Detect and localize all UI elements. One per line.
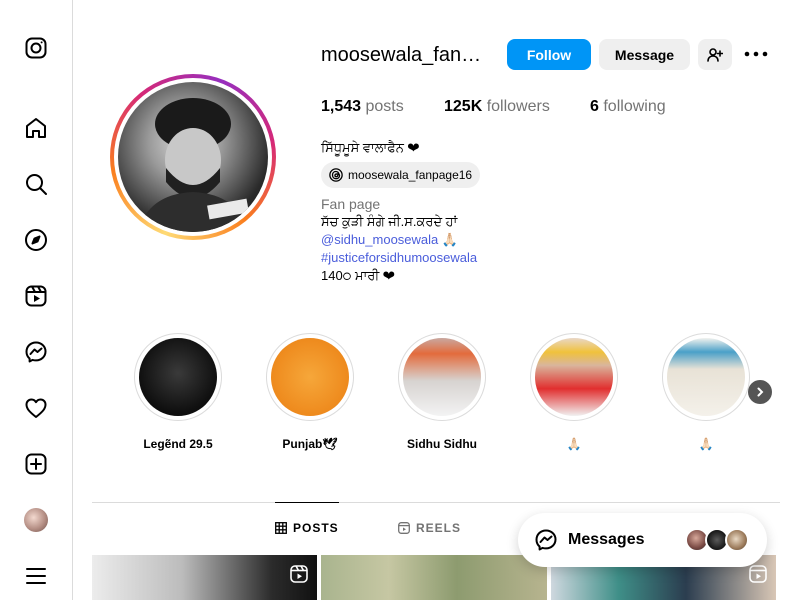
threads-handle: moosewala_fanpage16: [348, 168, 473, 182]
profile-picture[interactable]: [110, 74, 276, 240]
highlight-cover-ring: [134, 333, 222, 421]
reel-badge-icon: [290, 565, 308, 583]
threads-icon: [329, 168, 343, 182]
messenger-icon[interactable]: [24, 340, 48, 364]
highlights-next-button[interactable]: [748, 380, 772, 404]
search-icon[interactable]: [24, 172, 48, 196]
highlight-cover-ring: [662, 333, 750, 421]
reel-badge-icon: [749, 565, 767, 583]
highlight-4[interactable]: 🙏🏻: [530, 333, 618, 451]
highlight-cover: [403, 338, 481, 416]
highlight-cover-ring: [266, 333, 354, 421]
posts-count-label: posts: [365, 98, 404, 115]
heart-icon[interactable]: [24, 396, 48, 420]
highlight-label: 🙏🏻: [566, 437, 582, 451]
post-tile-2[interactable]: [321, 555, 547, 600]
highlight-cover: [667, 338, 745, 416]
followers-count-value: 125K: [444, 98, 483, 115]
following-count-label: following: [603, 98, 666, 115]
following-count[interactable]: 6 following: [590, 98, 666, 116]
bio-mention-suffix: 🙏🏻: [438, 232, 459, 247]
options-button[interactable]: [744, 44, 768, 64]
tab-posts[interactable]: POSTS: [275, 521, 339, 535]
highlight-label: Punjab🕊: [282, 437, 338, 451]
highlight-cover: [271, 338, 349, 416]
followers-count-label: followers: [486, 98, 550, 115]
chevron-right-icon: [757, 387, 764, 397]
explore-icon[interactable]: [24, 228, 48, 252]
messages-avatars: [685, 528, 749, 552]
post-tile-1[interactable]: [92, 555, 317, 600]
highlight-cover: [139, 338, 217, 416]
followers-count[interactable]: 125K followers: [444, 98, 550, 116]
home-icon[interactable]: [24, 116, 48, 140]
posts-count-value: 1,543: [321, 98, 362, 115]
instagram-logo-icon[interactable]: [24, 36, 48, 60]
messages-popup-button[interactable]: Messages: [518, 513, 767, 567]
messages-label: Messages: [568, 531, 645, 548]
active-tab-indicator: [275, 502, 339, 503]
profile-username: moosewala_fan…: [321, 44, 482, 66]
bio-line-2: @sidhu_moosewala 🙏🏻: [321, 232, 458, 248]
highlight-label: 🙏🏻: [698, 437, 714, 451]
add-user-icon: [707, 47, 723, 62]
threads-badge[interactable]: moosewala_fanpage16: [321, 162, 481, 188]
profile-picture-frame: [114, 78, 272, 236]
profile-category: Fan page: [321, 196, 381, 212]
highlight-cover: [535, 338, 613, 416]
suggest-users-button[interactable]: [698, 39, 732, 70]
tab-reels-label: REELS: [416, 521, 462, 535]
bio-line-1: ਸੱਚ ਕੁੜੀ ਸੰਗੇ ਜੀ.ਸ.ਕਰਦੇ ਹਾਂ: [321, 214, 458, 229]
following-count-value: 6: [590, 98, 599, 115]
messenger-icon: [535, 529, 557, 551]
reels-icon[interactable]: [24, 284, 48, 308]
tab-reels[interactable]: REELS: [398, 521, 461, 535]
highlight-label: Legẽnd 29.5: [143, 437, 213, 451]
bio-hashtag-link[interactable]: #justiceforsidhumoosewala: [321, 250, 477, 265]
highlight-3[interactable]: Sidhu Sidhu: [398, 333, 486, 451]
tabs-divider: [92, 502, 780, 503]
reels-icon: [398, 522, 410, 534]
profile-avatar[interactable]: [24, 508, 48, 532]
bio-line-4: 140੦ ਮਾਰੀ ❤: [321, 268, 395, 283]
grid-icon: [275, 522, 287, 534]
tab-posts-label: POSTS: [293, 521, 339, 535]
profile-display-name: ਸਿੱਧੂਮੂਸੇ ਵਾਲਾਫੈਨ ❤: [321, 140, 420, 155]
avatar: [725, 528, 749, 552]
sidebar-nav: [0, 0, 73, 600]
create-icon[interactable]: [24, 452, 48, 476]
message-button[interactable]: Message: [599, 39, 690, 70]
highlight-5[interactable]: 🙏🏻: [662, 333, 750, 451]
highlight-label: Sidhu Sidhu: [407, 437, 477, 451]
posts-count: 1,543 posts: [321, 98, 404, 116]
menu-icon[interactable]: [24, 564, 48, 588]
more-dots-icon: [744, 51, 768, 57]
profile-photo: [118, 82, 268, 232]
highlight-2[interactable]: Punjab🕊: [266, 333, 354, 451]
follow-button[interactable]: Follow: [507, 39, 591, 70]
highlight-cover-ring: [398, 333, 486, 421]
highlight-cover-ring: [530, 333, 618, 421]
bio-mention-link[interactable]: @sidhu_moosewala: [321, 232, 438, 247]
highlight-1[interactable]: Legẽnd 29.5: [134, 333, 222, 451]
